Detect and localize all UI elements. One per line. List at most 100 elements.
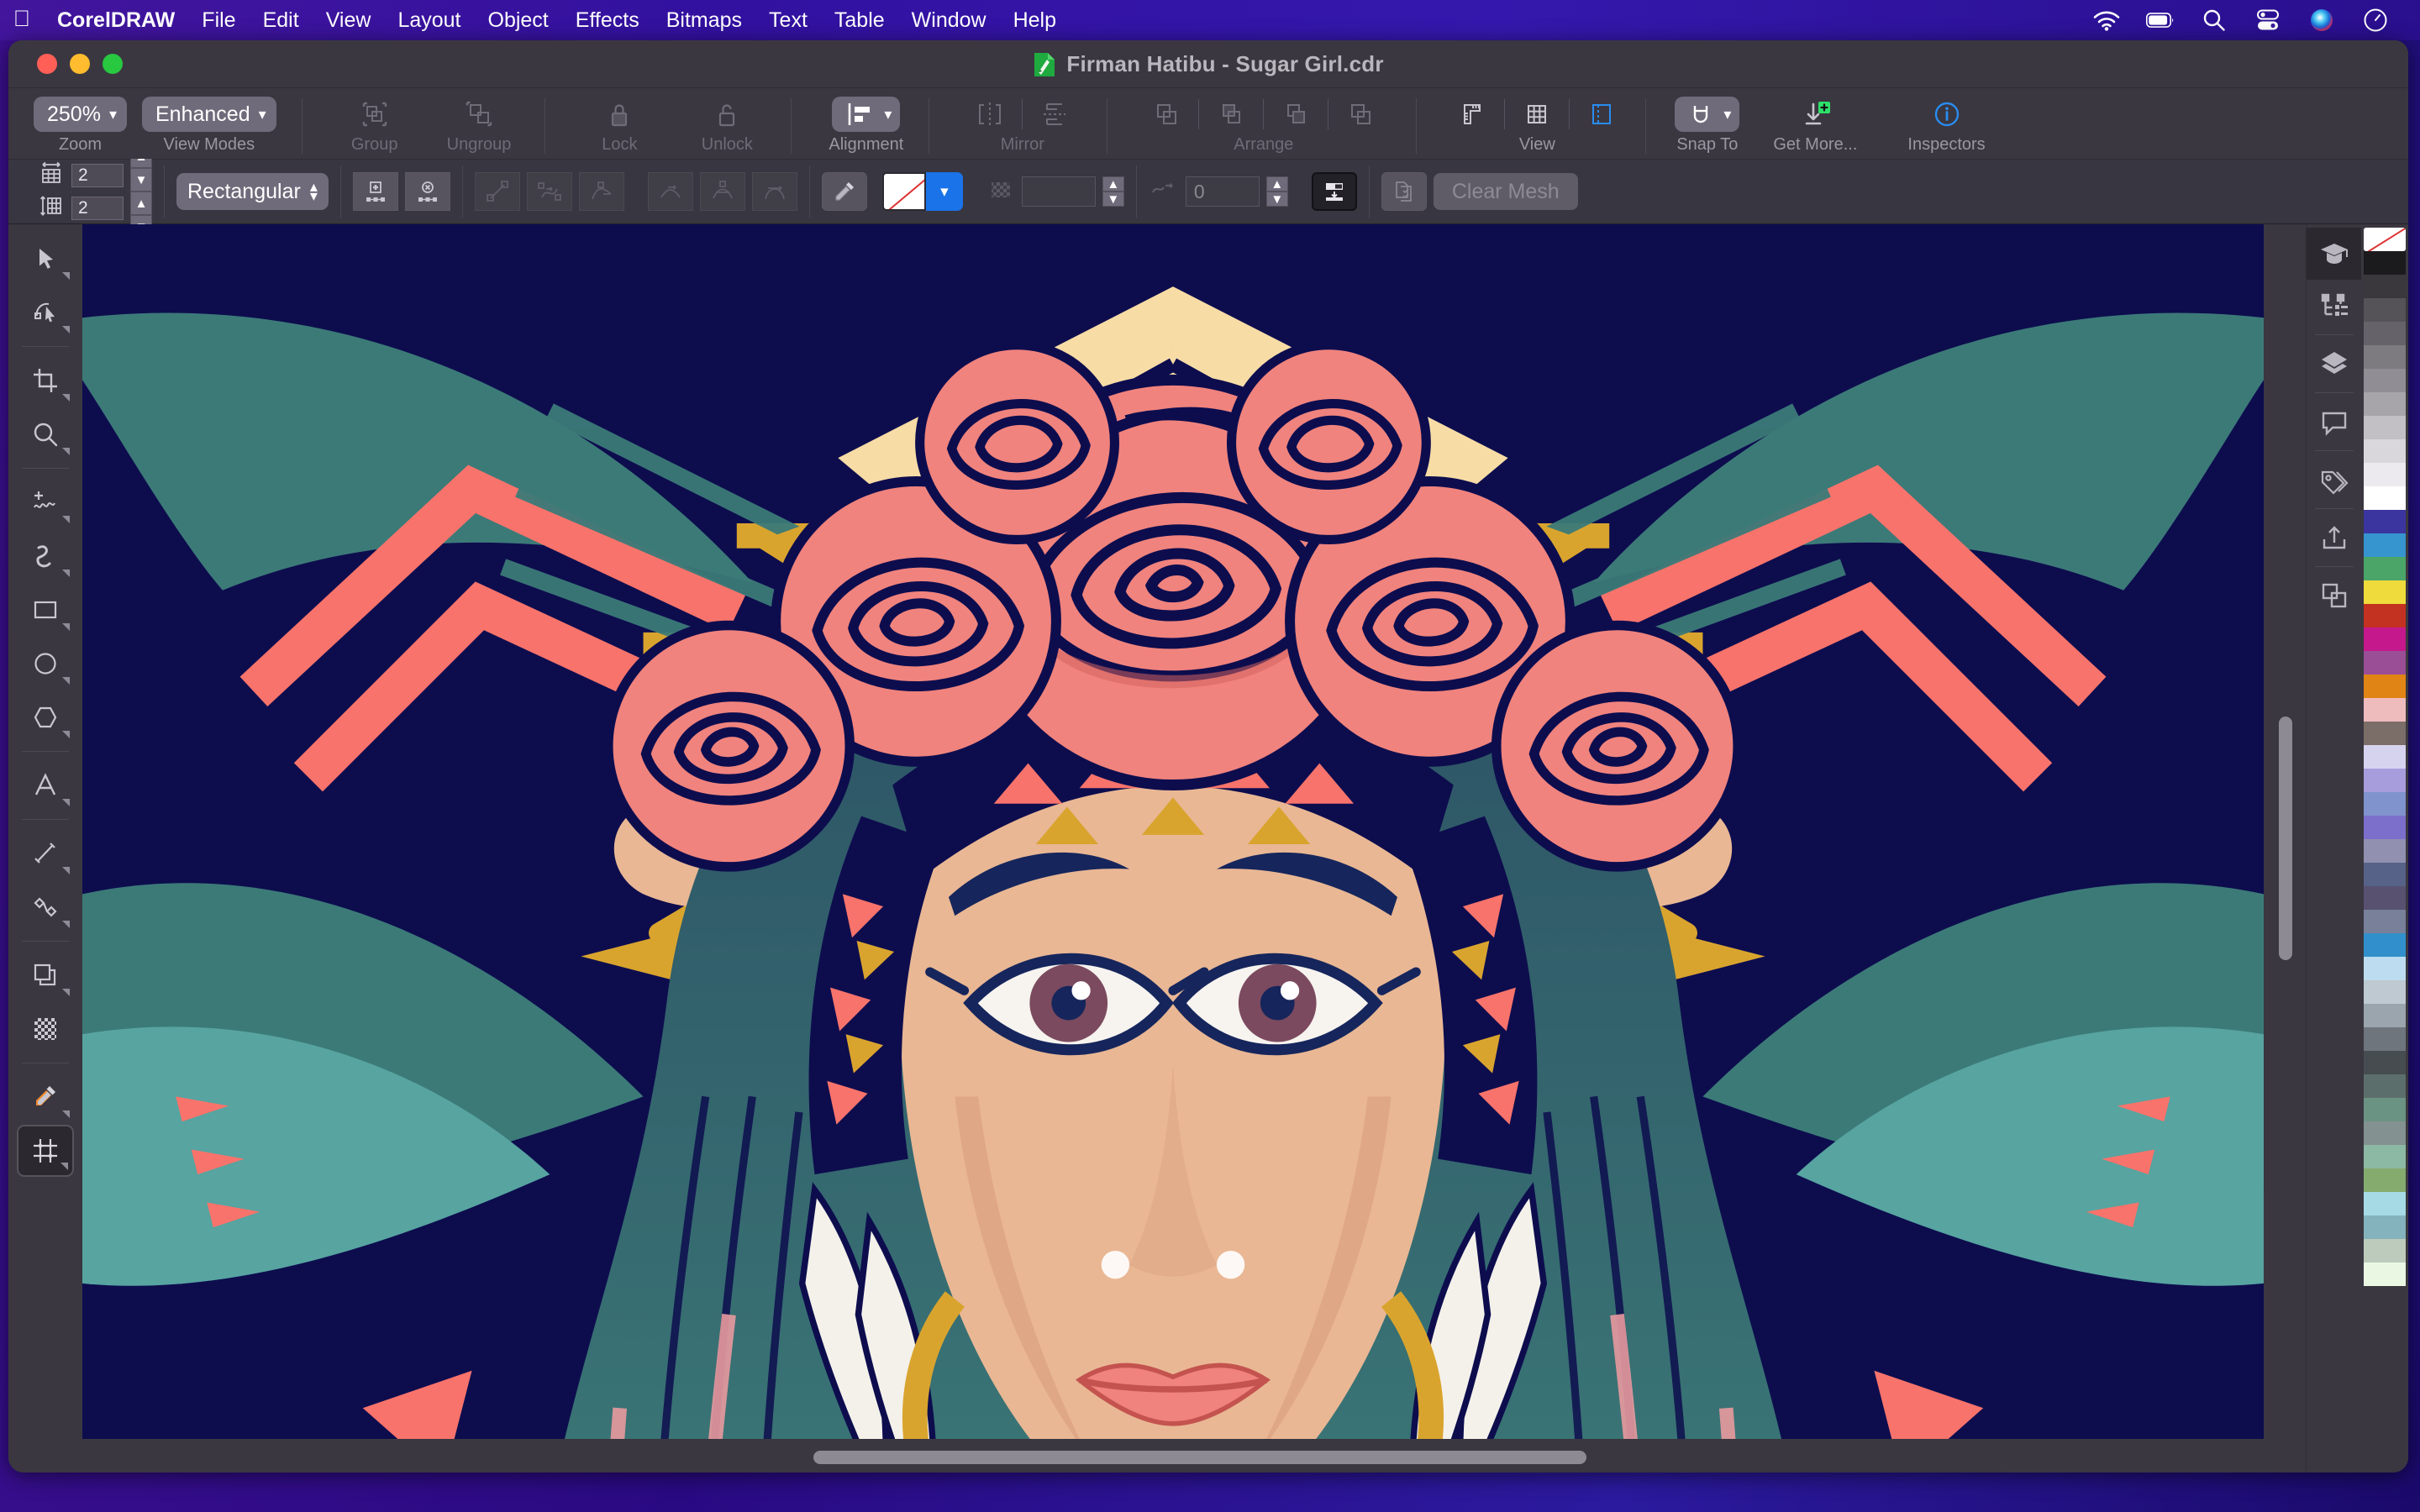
dimension-tool[interactable] (17, 827, 74, 879)
smoothing-input[interactable]: 0 (1185, 176, 1260, 207)
flyout-arrow-icon[interactable] (62, 272, 70, 280)
menu-item-help[interactable]: Help (1000, 0, 1070, 40)
spotlight-search-icon[interactable] (2200, 6, 2228, 34)
menu-item-edit[interactable]: Edit (250, 0, 313, 40)
palette-swatch[interactable] (2364, 463, 2406, 486)
vertical-scrollbar[interactable] (2279, 234, 2292, 1425)
palette-swatch[interactable] (2364, 957, 2406, 980)
palette-swatch[interactable] (2364, 1145, 2406, 1168)
clear-mesh-button[interactable]: Clear Mesh (1433, 173, 1578, 210)
flyout-arrow-icon[interactable] (62, 516, 70, 523)
control-center-icon[interactable] (2254, 6, 2282, 34)
fill-color-swatch[interactable] (881, 172, 926, 211)
transparency-tool[interactable] (17, 1003, 74, 1055)
vertical-scrollbar-thumb[interactable] (2279, 717, 2292, 960)
palette-swatch[interactable] (2364, 792, 2406, 816)
menu-item-window[interactable]: Window (898, 0, 1000, 40)
eyedropper-button[interactable] (821, 172, 867, 211)
flyout-arrow-icon[interactable] (62, 570, 70, 577)
drop-shadow-tool[interactable] (17, 949, 74, 1001)
minimize-button[interactable] (70, 54, 90, 74)
apple-logo-icon[interactable]:  (0, 7, 44, 34)
palette-swatch[interactable] (2364, 298, 2406, 322)
palette-swatch[interactable] (2364, 604, 2406, 627)
transparency-stepper[interactable]: ▲ ▼ (1102, 176, 1124, 207)
sugar-girl-illustration[interactable] (82, 224, 2264, 1439)
palette-swatch[interactable] (2364, 816, 2406, 839)
battery-icon[interactable] (2146, 6, 2175, 34)
drawing-canvas[interactable] (82, 224, 2264, 1439)
group-button[interactable] (345, 95, 405, 134)
palette-swatch[interactable] (2364, 745, 2406, 769)
palette-swatch[interactable] (2364, 722, 2406, 745)
connector-tool[interactable] (17, 881, 74, 933)
horizontal-scrollbar-thumb[interactable] (813, 1451, 1586, 1464)
menu-item-text[interactable]: Text (755, 0, 821, 40)
palette-swatch[interactable] (2364, 1215, 2406, 1239)
shape-tool[interactable] (17, 286, 74, 339)
unlock-button[interactable] (697, 95, 757, 134)
color-eyedropper-tool[interactable] (17, 1071, 74, 1123)
artistic-media-tool[interactable] (17, 530, 74, 582)
convert-to-line-button[interactable] (474, 172, 520, 211)
alignment-dropdown[interactable]: ▾ (832, 97, 901, 132)
palette-swatch[interactable] (2364, 1027, 2406, 1051)
menu-item-coreldraw[interactable]: CorelDRAW (44, 0, 188, 40)
no-color-swatch[interactable] (2364, 228, 2406, 251)
menu-item-file[interactable]: File (188, 0, 249, 40)
palette-swatch[interactable] (2364, 910, 2406, 933)
menu-item-table[interactable]: Table (821, 0, 898, 40)
palette-swatch[interactable] (2364, 345, 2406, 369)
palette-swatch[interactable] (2364, 627, 2406, 651)
siri-icon[interactable] (2307, 6, 2336, 34)
mesh-fill-tool[interactable] (17, 1125, 74, 1177)
lock-button[interactable] (589, 95, 650, 134)
get-more-button[interactable] (1785, 95, 1845, 134)
pick-tool[interactable] (17, 233, 74, 285)
palette-swatch[interactable] (2364, 580, 2406, 604)
grid-button[interactable] (1507, 95, 1567, 134)
palette-swatch[interactable] (2364, 1239, 2406, 1263)
palette-swatch[interactable] (2364, 1074, 2406, 1098)
flyout-arrow-icon[interactable] (62, 731, 70, 738)
view-mode-dropdown[interactable]: Enhanced ▾ (142, 97, 276, 132)
tags-inspector-button[interactable] (2307, 454, 2362, 506)
export-inspector-button[interactable] (2307, 512, 2362, 564)
zoom-level-dropdown[interactable]: 250% ▾ (34, 97, 127, 132)
menu-item-layout[interactable]: Layout (384, 0, 474, 40)
select-all-nodes-button[interactable] (1311, 172, 1357, 211)
close-button[interactable] (37, 54, 57, 74)
palette-swatch[interactable] (2364, 769, 2406, 792)
mesh-type-select[interactable]: Rectangular ▴ ▾ (176, 173, 329, 210)
palette-swatch[interactable] (2364, 698, 2406, 722)
make-smooth-button[interactable] (647, 172, 693, 211)
convert-to-curve-button[interactable] (526, 172, 572, 211)
learn-inspector-button[interactable] (2306, 228, 2362, 280)
palette-swatch[interactable] (2364, 1168, 2406, 1192)
flyout-arrow-icon[interactable] (62, 394, 70, 402)
duplicate-inspector-button[interactable] (2307, 570, 2362, 622)
layers-inspector-button[interactable] (2307, 338, 2362, 390)
palette-swatch[interactable] (2364, 1121, 2406, 1145)
snap-to-dropdown[interactable]: ▾ (1675, 97, 1740, 132)
menu-item-bitmaps[interactable]: Bitmaps (653, 0, 755, 40)
ellipse-tool[interactable] (17, 638, 74, 690)
palette-swatch[interactable] (2364, 1004, 2406, 1027)
palette-swatch[interactable] (2364, 863, 2406, 886)
comments-inspector-button[interactable] (2307, 396, 2362, 448)
copy-mesh-properties-button[interactable] (1381, 172, 1427, 211)
palette-swatch[interactable] (2364, 886, 2406, 910)
flyout-arrow-icon[interactable] (62, 623, 70, 631)
flyout-arrow-icon[interactable] (62, 326, 70, 333)
palette-swatch[interactable] (2364, 1098, 2406, 1121)
palette-swatch[interactable] (2364, 839, 2406, 863)
flyout-arrow-icon[interactable] (62, 799, 70, 806)
curve-direction-button[interactable] (751, 172, 797, 211)
mirror-vertical-button[interactable] (1024, 95, 1085, 134)
flyout-arrow-icon[interactable] (60, 1163, 68, 1170)
palette-swatch[interactable] (2364, 322, 2406, 345)
grid-columns-input[interactable]: 2 (71, 163, 124, 187)
palette-swatch[interactable] (2364, 510, 2406, 533)
polygon-tool[interactable] (17, 691, 74, 743)
menu-item-object[interactable]: Object (475, 0, 562, 40)
